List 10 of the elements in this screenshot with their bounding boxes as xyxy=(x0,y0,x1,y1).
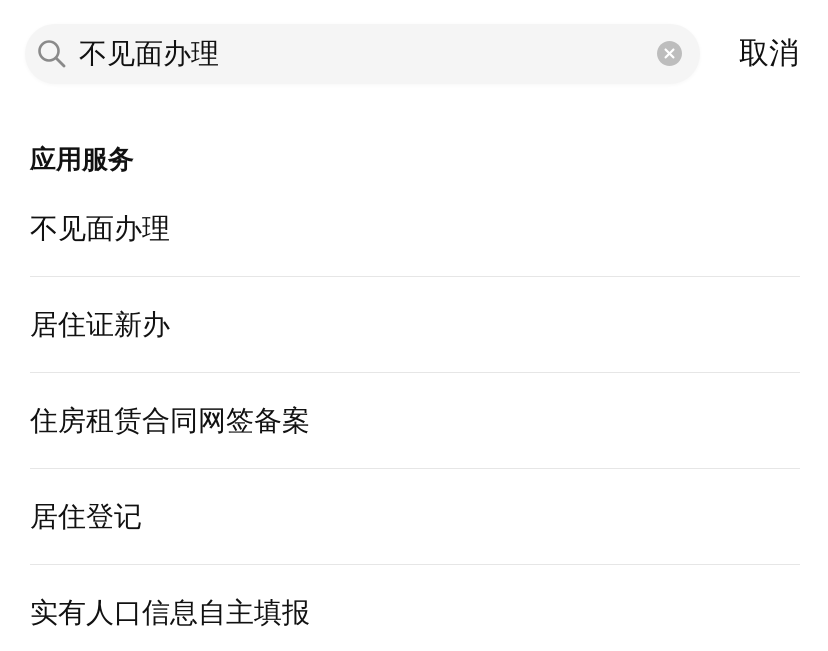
search-field[interactable]: 不见面办理 xyxy=(25,24,700,84)
service-item[interactable]: 居住证新办 xyxy=(30,307,170,343)
clear-icon[interactable] xyxy=(657,41,682,66)
service-item[interactable]: 居住登记 xyxy=(30,499,142,535)
service-item[interactable]: 不见面办理 xyxy=(30,211,170,247)
service-item[interactable]: 实有人口信息自主填报 xyxy=(30,595,310,631)
service-item[interactable]: 住房租赁合同网签备案 xyxy=(30,403,310,439)
search-icon xyxy=(37,39,66,68)
cancel-button[interactable]: 取消 xyxy=(739,34,799,74)
section-title: 应用服务 xyxy=(30,144,134,177)
